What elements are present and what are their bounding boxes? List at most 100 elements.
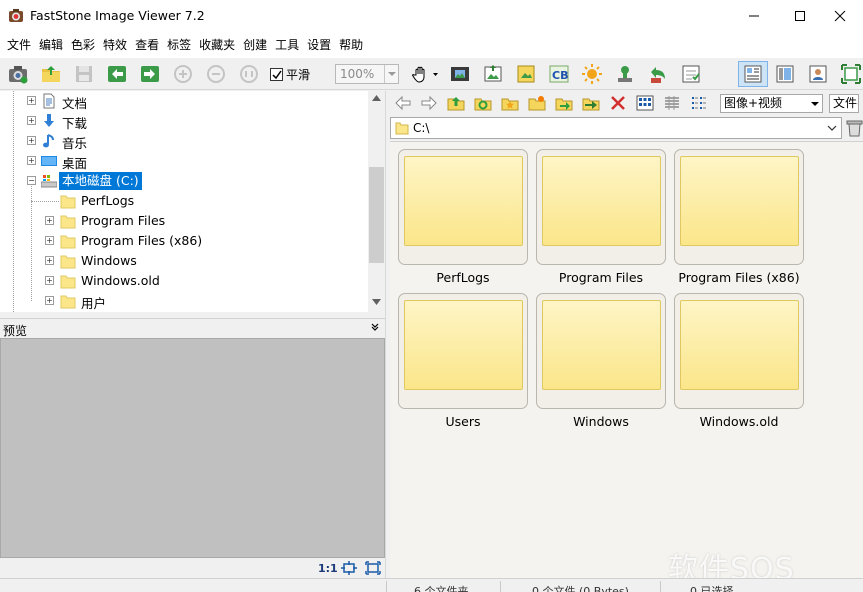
file-filter-select[interactable]: 图像+视频 — [720, 94, 823, 113]
stamp-button[interactable] — [614, 63, 636, 85]
menu-settings[interactable]: 设置 — [303, 32, 335, 58]
zoom-dropdown-arrow[interactable] — [384, 65, 398, 83]
menu-tags[interactable]: 标签 — [163, 32, 195, 58]
smooth-checkbox[interactable]: 平滑 — [270, 66, 310, 83]
expand-icon[interactable]: + — [45, 236, 54, 245]
filter-dropdown-arrow[interactable] — [808, 95, 822, 112]
menu-bar: 文件 编辑 色彩 特效 查看 标签 收藏夹 创建 工具 设置 帮助 — [0, 32, 863, 58]
menu-file[interactable]: 文件 — [3, 32, 35, 58]
pan-tool-button[interactable] — [410, 63, 440, 85]
collapse-icon[interactable]: − — [27, 176, 36, 185]
thumbnail-windows[interactable] — [536, 293, 666, 409]
thumbnail-program-files-x86[interactable] — [674, 149, 804, 265]
tree-item-desktop[interactable]: + 桌面 — [0, 151, 368, 171]
thumbnail-perflogs[interactable] — [398, 149, 528, 265]
minimize-button[interactable] — [731, 0, 777, 32]
copy-to-button[interactable] — [555, 94, 573, 112]
tree-item-downloads[interactable]: + 下载 — [0, 111, 368, 131]
expand-icon[interactable]: + — [45, 276, 54, 285]
acquire-button[interactable] — [7, 63, 29, 85]
actual-size-button[interactable] — [238, 63, 260, 85]
crop-button[interactable] — [515, 63, 537, 85]
favorites-button[interactable] — [501, 94, 519, 112]
expand-icon[interactable]: + — [27, 116, 36, 125]
expand-icon[interactable]: + — [27, 96, 36, 105]
zoom-in-button[interactable] — [172, 63, 194, 85]
preview-layout-button[interactable] — [774, 63, 796, 85]
save-button[interactable] — [73, 63, 95, 85]
color-button[interactable]: CB — [548, 63, 570, 85]
thumbnail-windows-old[interactable] — [674, 293, 804, 409]
scroll-down-icon[interactable] — [372, 299, 381, 305]
undo-icon — [651, 67, 665, 83]
menu-tools[interactable]: 工具 — [271, 32, 303, 58]
next-button[interactable] — [139, 63, 161, 85]
delete-button[interactable] — [609, 94, 627, 112]
menu-help[interactable]: 帮助 — [335, 32, 367, 58]
back-button[interactable] — [394, 94, 412, 112]
fit-center-icon[interactable] — [341, 561, 357, 575]
tree-item-users[interactable]: + 用户 — [0, 291, 368, 311]
list-view-button[interactable] — [663, 94, 681, 112]
menu-colors[interactable]: 色彩 — [67, 32, 99, 58]
status-folders: 6 个文件夹 — [414, 585, 469, 592]
tree-item-program-files[interactable]: + Program Files — [0, 211, 368, 231]
menu-favorites[interactable]: 收藏夹 — [195, 32, 239, 58]
expand-icon[interactable]: + — [27, 136, 36, 145]
app-camera-icon[interactable] — [8, 8, 24, 24]
thumbnails-view-button[interactable] — [636, 94, 654, 112]
browser-layout-button[interactable] — [738, 61, 768, 87]
expand-icon[interactable]: + — [27, 156, 36, 165]
tree-scrollbar[interactable] — [368, 91, 385, 312]
recycle-bin-button[interactable] — [846, 119, 863, 137]
chevron-down-icon[interactable] — [826, 122, 838, 134]
collapse-chevron-icon[interactable] — [370, 322, 380, 332]
forward-button[interactable] — [420, 94, 438, 112]
undo-button[interactable] — [647, 63, 669, 85]
fullscreen-button[interactable] — [840, 63, 862, 85]
zoom-out-button[interactable] — [205, 63, 227, 85]
batch-button[interactable] — [680, 63, 702, 85]
actual-ratio-button[interactable]: 1:1 — [318, 562, 338, 575]
effects-button[interactable] — [581, 63, 603, 85]
checkbox-box[interactable] — [270, 68, 283, 81]
details-view-button[interactable] — [690, 94, 708, 112]
path-input[interactable]: C:\ — [390, 117, 842, 139]
tree-item-windows[interactable]: + Windows — [0, 251, 368, 271]
scroll-thumb[interactable] — [369, 167, 384, 263]
sort-select[interactable]: 文件名 — [829, 94, 859, 113]
scroll-up-icon[interactable] — [372, 95, 381, 101]
expand-icon[interactable]: + — [45, 296, 54, 305]
tree-item-program-files-x86[interactable]: + Program Files (x86) — [0, 231, 368, 251]
tree-item-local-disk[interactable]: − 本地磁盘 (C:) — [0, 171, 368, 191]
fit-window-icon[interactable] — [365, 561, 381, 575]
new-folder-button[interactable] — [528, 94, 546, 112]
close-button[interactable] — [817, 0, 863, 32]
up-folder-button[interactable] — [447, 94, 465, 112]
open-button[interactable] — [40, 63, 62, 85]
menu-edit[interactable]: 编辑 — [35, 32, 67, 58]
menu-create[interactable]: 创建 — [239, 32, 271, 58]
checklist-icon — [682, 65, 700, 83]
tree-item-perflogs[interactable]: PerfLogs — [0, 191, 368, 211]
expand-icon[interactable]: + — [45, 256, 54, 265]
menu-effects[interactable]: 特效 — [99, 32, 131, 58]
tree-item-label: 用户 — [81, 296, 107, 311]
expand-icon[interactable]: + — [45, 216, 54, 225]
tree-item-documents[interactable]: + 文档 — [0, 91, 368, 111]
refresh-button[interactable] — [474, 94, 492, 112]
tree-item-music[interactable]: + 音乐 — [0, 131, 368, 151]
thumbnail-users[interactable] — [398, 293, 528, 409]
folder-icon — [60, 215, 76, 229]
move-to-button[interactable] — [582, 94, 600, 112]
tree-item-windows-old[interactable]: + Windows.old — [0, 271, 368, 291]
folder-tree[interactable]: + 文档 + 下载 + 音乐 + 桌面 − 本地磁盘 (C:) PerfLogs — [0, 91, 385, 312]
person-view-button[interactable] — [807, 63, 829, 85]
thumbnail-browser[interactable]: PerfLogs Program Files Program Files (x8… — [390, 141, 863, 578]
menu-view[interactable]: 查看 — [131, 32, 163, 58]
previous-button[interactable] — [106, 63, 128, 85]
zoom-combo[interactable]: 100% — [335, 64, 399, 84]
slideshow-button[interactable] — [449, 63, 471, 85]
thumbnail-program-files[interactable] — [536, 149, 666, 265]
rotate-button[interactable] — [482, 63, 504, 85]
